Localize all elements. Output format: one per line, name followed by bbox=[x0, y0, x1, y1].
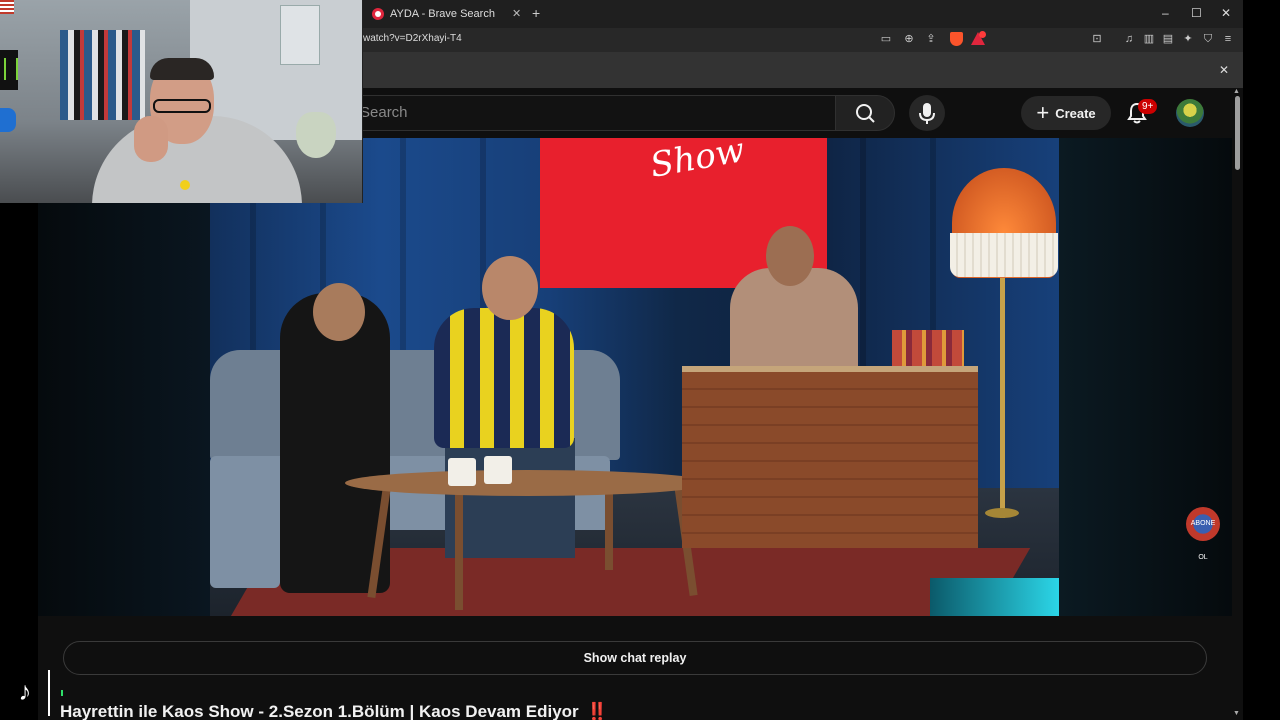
table-leg bbox=[455, 490, 463, 610]
notification-badge: 9+ bbox=[1138, 99, 1158, 114]
guest-right-head bbox=[482, 256, 538, 320]
sofa-arm bbox=[210, 503, 280, 588]
webcam-overlay bbox=[0, 0, 363, 203]
streamer-hand bbox=[134, 116, 168, 162]
show-chat-replay-button[interactable]: Show chat replay bbox=[63, 641, 1207, 675]
create-button[interactable]: + Create bbox=[1021, 96, 1111, 130]
status-dot bbox=[61, 690, 63, 696]
guest-left-head bbox=[313, 283, 365, 341]
host-head bbox=[766, 226, 814, 286]
tiktok-logo-icon: ♪ bbox=[18, 676, 32, 706]
lamp-fringe bbox=[950, 233, 1058, 277]
zoom-icon[interactable]: ⊕ bbox=[902, 32, 916, 46]
scrollbar-thumb[interactable] bbox=[1235, 96, 1240, 170]
scroll-down-icon[interactable]: ▼ bbox=[1233, 710, 1240, 717]
search-input[interactable] bbox=[355, 95, 835, 131]
smiley-badge-icon bbox=[180, 180, 190, 190]
tab-title: AYDA - Brave Search bbox=[390, 8, 495, 20]
rewards-notification-dot bbox=[979, 31, 986, 38]
monster-can bbox=[0, 50, 18, 90]
lamp-pole bbox=[1000, 278, 1005, 518]
screenshot-icon[interactable]: ⊡ bbox=[1090, 32, 1104, 46]
page-scrollbar[interactable] bbox=[1232, 88, 1243, 720]
wallet-icon[interactable]: ▤ bbox=[1161, 32, 1175, 46]
screen: AYDA - Brave Search ✕ + – ☐ ✕ watch?v=D2… bbox=[0, 0, 1280, 720]
flag-icon bbox=[0, 0, 14, 14]
table-leg bbox=[605, 490, 613, 570]
video-title: Hayrettin ile Kaos Show - 2.Sezon 1.Bölü… bbox=[60, 702, 608, 720]
tab-close-icon[interactable]: ✕ bbox=[512, 7, 521, 20]
brave-shields-icon[interactable] bbox=[950, 32, 963, 46]
search-placeholder: Search bbox=[360, 104, 408, 121]
coffee-table bbox=[345, 470, 710, 496]
cam-door bbox=[280, 5, 320, 65]
plus-icon: + bbox=[1036, 100, 1050, 125]
browser-tab[interactable]: AYDA - Brave Search bbox=[364, 3, 524, 25]
guest-right-jersey bbox=[434, 308, 574, 448]
cast-icon[interactable]: ▭ bbox=[879, 32, 893, 46]
streamer-hair bbox=[150, 58, 214, 80]
glasses bbox=[153, 99, 211, 113]
clothing-rack bbox=[60, 30, 145, 120]
create-label: Create bbox=[1055, 105, 1096, 121]
lamp-base bbox=[985, 508, 1019, 518]
subscribe-watermark[interactable]: ABONE OL bbox=[1186, 507, 1220, 561]
video-frame[interactable]: Show bbox=[210, 138, 1059, 616]
brave-search-favicon-icon bbox=[372, 8, 384, 20]
vpn-icon[interactable]: ⛉ bbox=[1201, 32, 1215, 46]
maximize-button[interactable]: ☐ bbox=[1191, 6, 1202, 20]
menu-icon[interactable]: ≡ bbox=[1221, 32, 1235, 46]
alien-mask bbox=[296, 112, 336, 158]
mug bbox=[484, 456, 512, 484]
search-icon bbox=[856, 104, 875, 123]
host-desk bbox=[682, 366, 978, 548]
minimize-button[interactable]: – bbox=[1162, 6, 1169, 20]
microphone-icon bbox=[919, 103, 935, 124]
voice-search-button[interactable] bbox=[909, 95, 945, 131]
search-button[interactable] bbox=[835, 95, 895, 131]
share-icon[interactable]: ⇪ bbox=[924, 32, 938, 46]
tiktok-divider bbox=[48, 670, 50, 716]
video-title-text: Hayrettin ile Kaos Show - 2.Sezon 1.Bölü… bbox=[60, 702, 579, 720]
double-exclamation-icon: ‼️ bbox=[586, 702, 608, 720]
address-url[interactable]: watch?v=D2rXhayi-T4 bbox=[363, 33, 462, 44]
infobar-close-icon[interactable]: ✕ bbox=[1219, 63, 1229, 77]
mug bbox=[448, 458, 476, 486]
sidebar-icon[interactable]: ▥ bbox=[1142, 32, 1156, 46]
scroll-up-icon[interactable]: ▲ bbox=[1233, 88, 1240, 95]
stage-light bbox=[930, 578, 1059, 616]
blue-sign bbox=[0, 108, 16, 132]
new-tab-icon[interactable]: + bbox=[532, 5, 540, 21]
leo-ai-icon[interactable]: ✦ bbox=[1181, 32, 1195, 46]
info-bar bbox=[363, 52, 1243, 88]
avatar[interactable] bbox=[1176, 99, 1204, 127]
player-ambient-left bbox=[38, 138, 210, 616]
address-bar[interactable] bbox=[363, 28, 1243, 52]
juice-bottles bbox=[892, 330, 964, 366]
close-window-button[interactable]: ✕ bbox=[1221, 6, 1231, 20]
music-icon[interactable]: ♫ bbox=[1122, 32, 1136, 46]
